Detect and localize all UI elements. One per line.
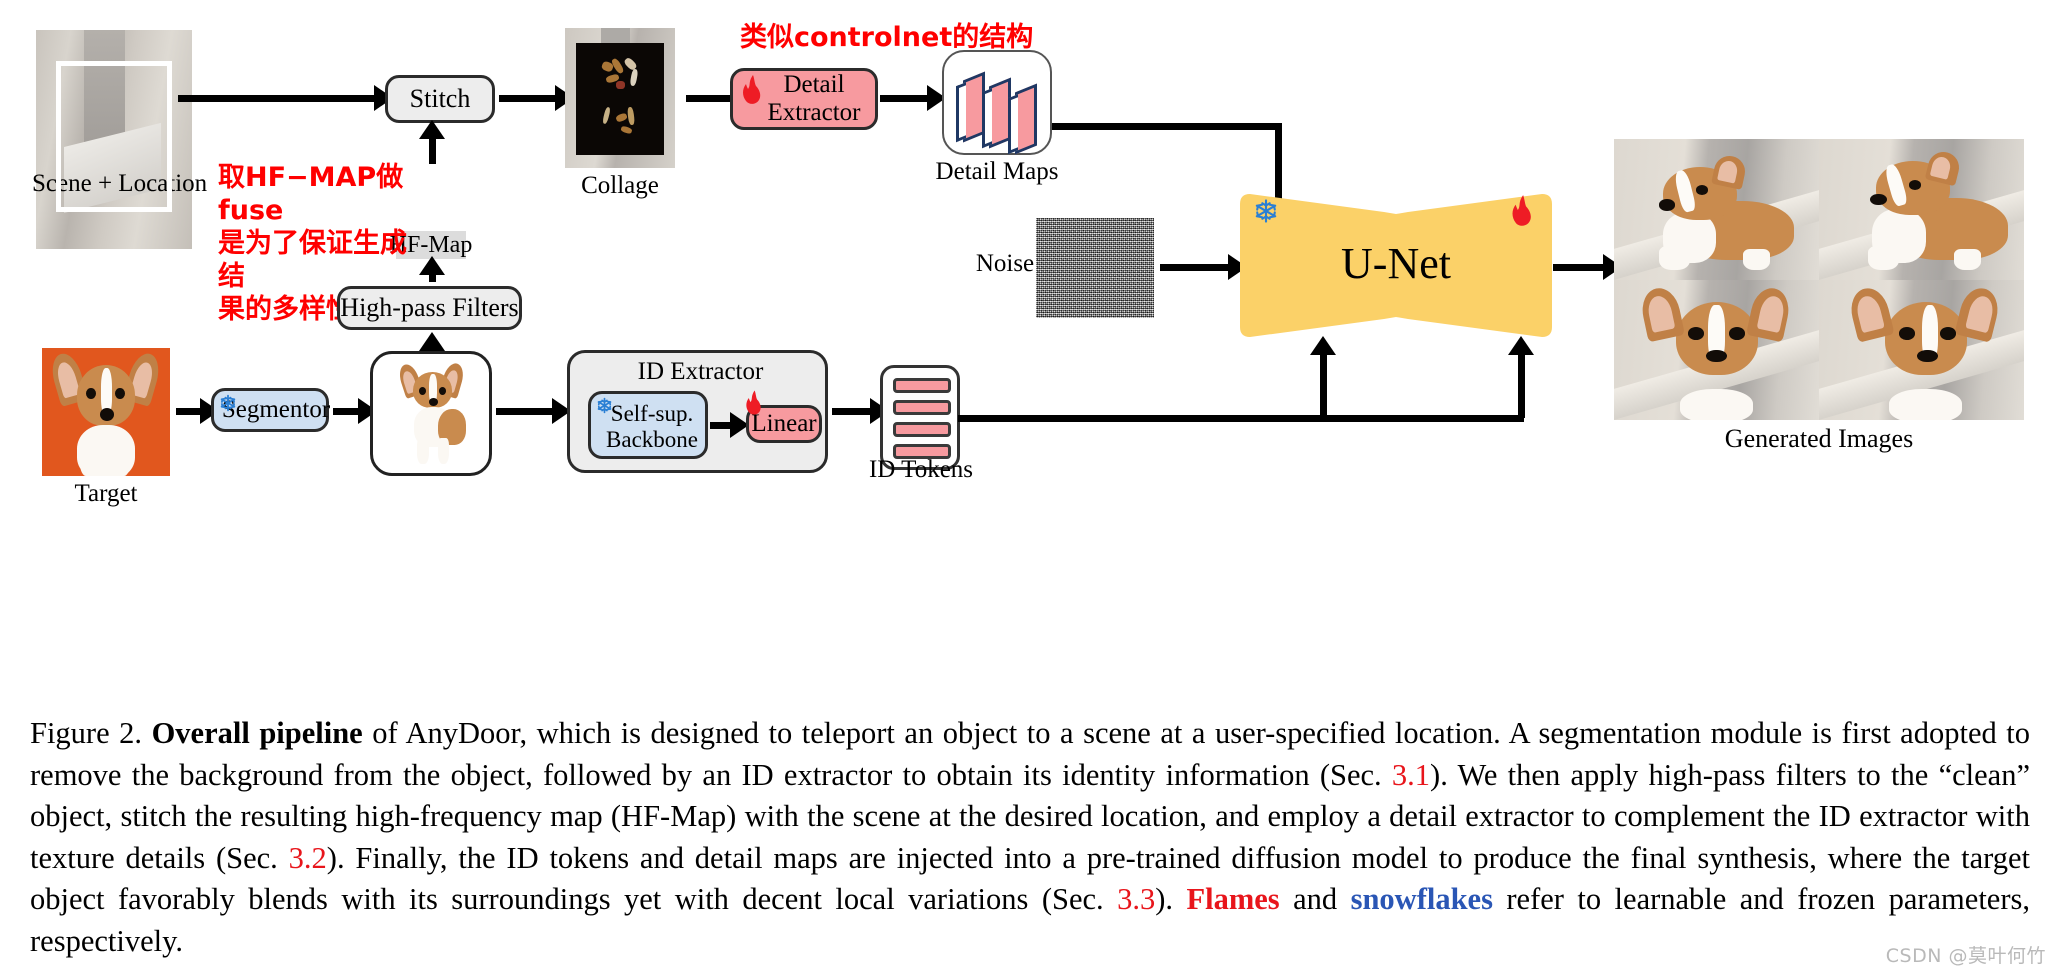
high-pass-filters-node[interactable]: High-pass Filters [337, 286, 522, 330]
caption-flames-word: Flames [1186, 882, 1280, 916]
flame-icon-unet [1512, 195, 1531, 226]
arrow-scene-to-stitch [178, 95, 376, 102]
target-label: Target [74, 480, 138, 507]
id-tokens-node[interactable] [880, 365, 960, 470]
snowflake-icon-backbone [597, 397, 612, 414]
id-extractor-title: ID Extractor [637, 358, 764, 385]
caption-snowflakes-word: snowflakes [1350, 882, 1493, 916]
flame-icon-linear [746, 390, 761, 415]
caption-prefix: Figure 2. [30, 716, 152, 750]
self-sup-backbone-label-line1: Self-sup. [610, 401, 694, 427]
snowflake-icon [1255, 199, 1277, 223]
clean-object-card [370, 351, 492, 476]
detail-extractor-node[interactable]: Detail Extractor [730, 68, 878, 130]
caption-bold-lead: Overall pipeline [151, 716, 363, 750]
arrow-hfmap-to-stitch-head [419, 120, 445, 139]
arrow-tokens-elbow-v [1518, 352, 1525, 418]
stitch-node[interactable]: Stitch [385, 75, 495, 123]
detail-extractor-label-line2: Extractor [767, 99, 861, 126]
detail-map-slab-3 [1008, 83, 1037, 155]
detail-extractor-label-line1: Detail [783, 71, 845, 98]
generated-image-2 [1819, 139, 2024, 280]
id-token-row-3 [893, 422, 951, 437]
id-extractor-node[interactable]: ID Extractor Self-sup. Backbone Linear [567, 350, 828, 473]
watermark: CSDN @莫叶何竹 [1885, 945, 2046, 967]
generated-image-3 [1614, 279, 1819, 420]
noise-image [1036, 218, 1154, 318]
generated-images-grid [1614, 139, 2024, 420]
figure-page: Scene + Location Stitch HF-Map 取HF−MAP做f… [0, 0, 2060, 974]
caption-sec-33: 3.3 [1117, 882, 1156, 916]
flame-icon [743, 75, 761, 104]
stitch-label: Stitch [409, 83, 471, 113]
collage-image [565, 28, 675, 168]
arrow-stitch-to-collage [499, 95, 559, 102]
arrow-tokens-head [1508, 336, 1534, 355]
unet-label: U-Net [1341, 239, 1451, 288]
arrow-clean-to-highpass-head [419, 332, 445, 351]
target-image [42, 348, 170, 476]
scene-location-image [36, 30, 192, 249]
caption-text-5: and [1279, 882, 1351, 916]
caption-sec-31: 3.1 [1391, 757, 1431, 792]
high-pass-filters-label: High-pass Filters [340, 292, 519, 322]
figure-caption: Figure 2. Overall pipeline of AnyDoor, w… [30, 713, 2030, 962]
arrow-detail-extractor-to-maps [880, 95, 930, 102]
caption-text-4: ). [1155, 882, 1187, 916]
id-token-row-1 [893, 378, 951, 393]
arrow-detail-maps-elbow-h [1052, 123, 1282, 130]
segmentor-node[interactable]: Segmentor [211, 388, 330, 432]
generated-image-4 [1819, 279, 2024, 420]
arrow-collage-to-detail-extractor [686, 95, 736, 102]
id-tokens-label: ID Tokens [868, 456, 974, 483]
controlnet-annotation: 类似controlnet的结构 [740, 22, 1034, 53]
generated-images-label: Generated Images [1724, 424, 1914, 453]
arrow-unet-bottom-left-head [1310, 336, 1336, 355]
arrow-unet-bottom-left-riser [1320, 352, 1327, 416]
arrow-id-extractor-to-tokens [832, 408, 874, 415]
location-box-overlay [56, 60, 172, 212]
linear-node[interactable]: Linear [746, 390, 822, 443]
collage-label: Collage [581, 172, 659, 199]
self-sup-backbone-node[interactable]: Self-sup. Backbone [588, 391, 708, 459]
detail-maps-label: Detail Maps [935, 158, 1059, 185]
arrow-noise-to-unet [1160, 264, 1232, 271]
caption-sec-32: 3.2 [288, 840, 327, 875]
generated-image-1 [1614, 139, 1819, 280]
id-token-row-2 [893, 400, 951, 415]
self-sup-backbone-label-line2: Backbone [606, 427, 698, 452]
arrow-unet-to-generated [1553, 264, 1609, 271]
arrow-clean-to-id-extractor [496, 408, 556, 415]
arrow-tokens-elbow-h [958, 415, 1524, 422]
detail-maps-node[interactable] [942, 50, 1052, 155]
snowflake-icon-segmentor [220, 394, 236, 412]
